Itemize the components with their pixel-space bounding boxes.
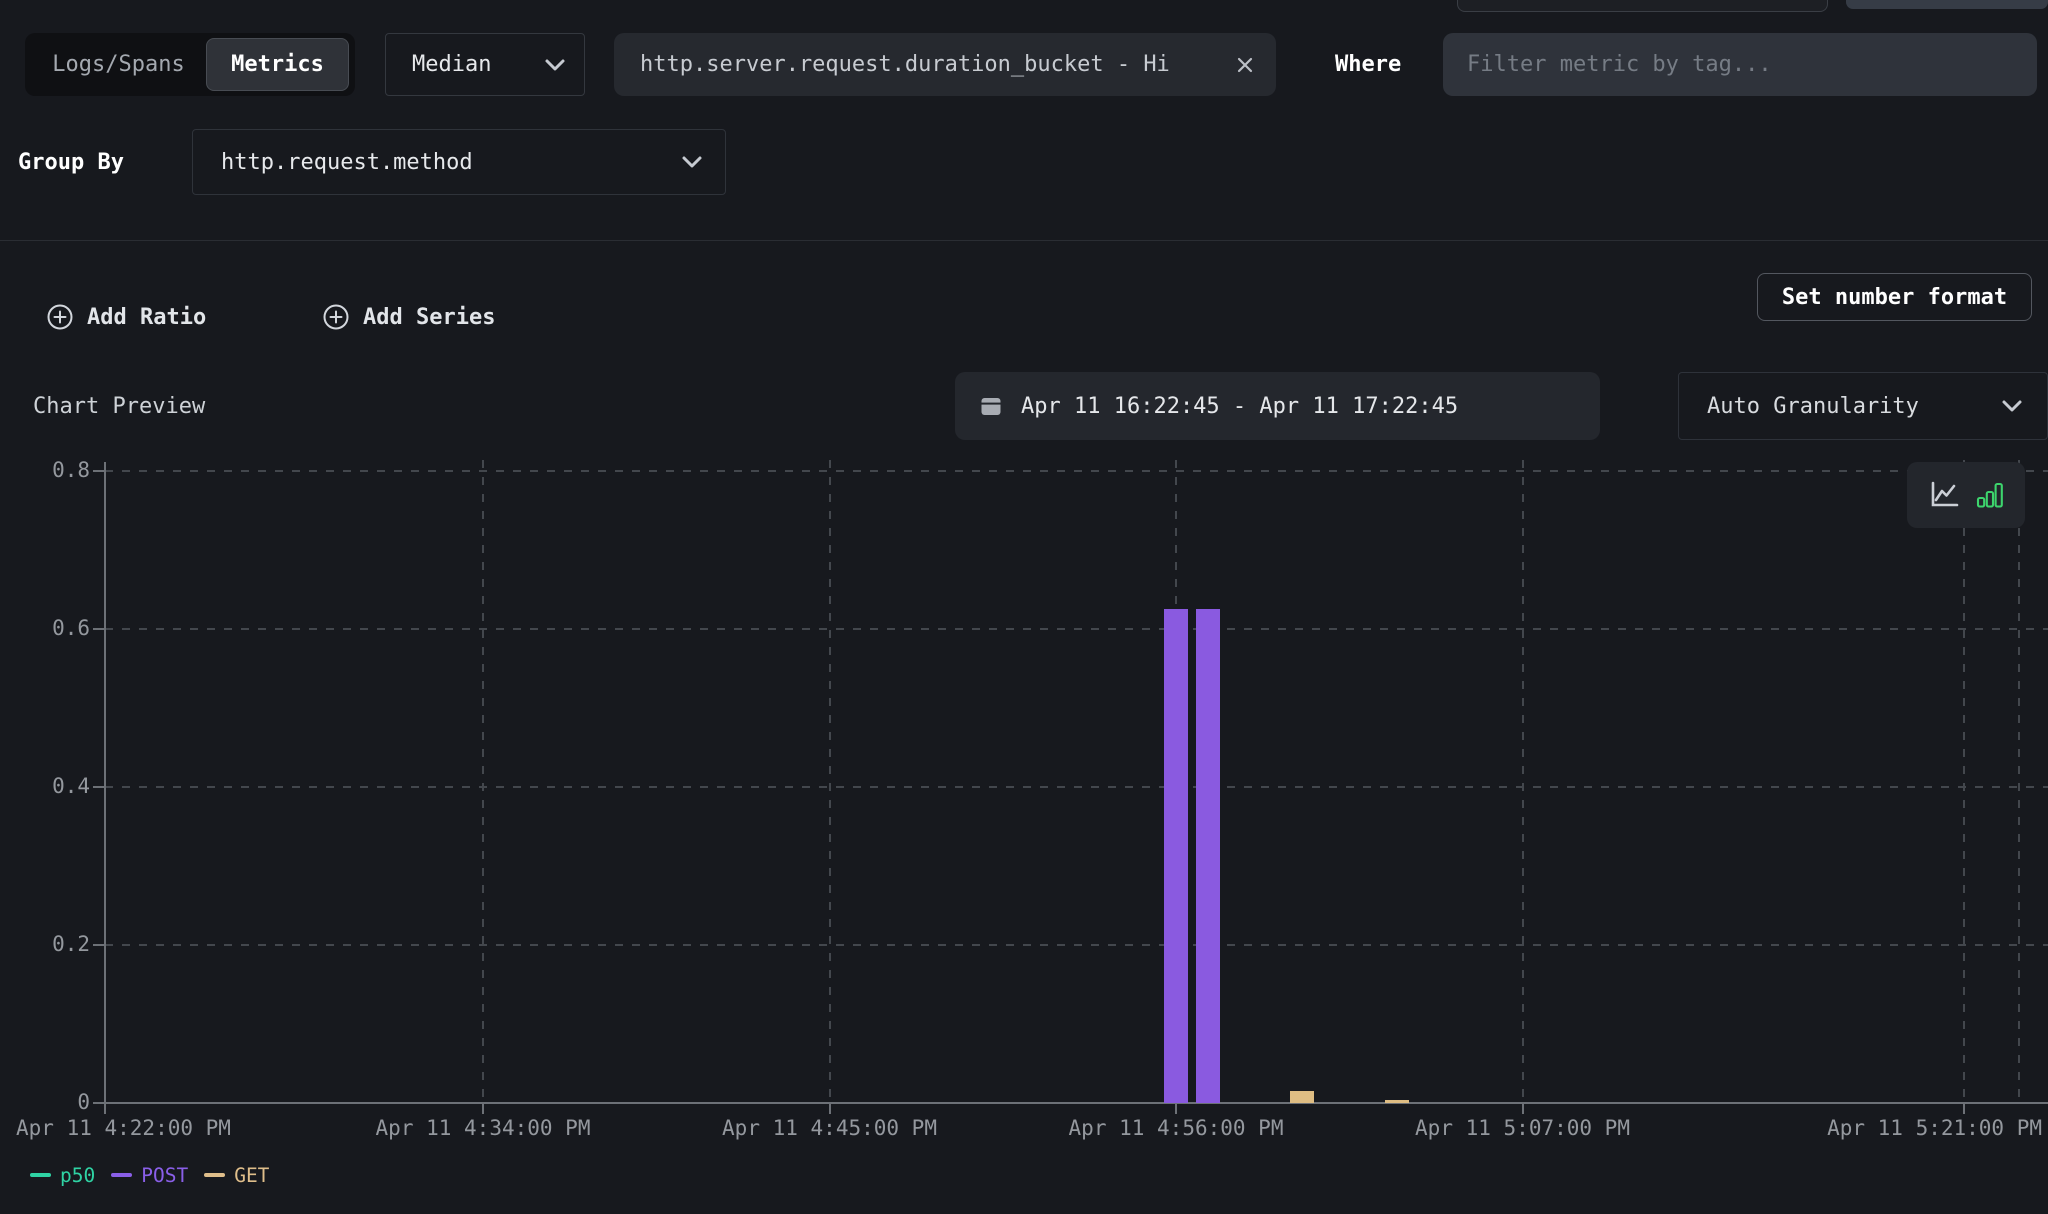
x-axis-label: Apr 11 4:45:00 PM [710, 1116, 950, 1140]
x-tick [829, 1103, 831, 1114]
add-series-button[interactable]: Add Series [322, 293, 495, 341]
v-gridline [829, 460, 831, 1103]
close-icon[interactable] [1234, 54, 1256, 76]
aggregation-select[interactable]: Median [385, 33, 585, 96]
chevron-down-icon [681, 155, 703, 169]
granularity-select[interactable]: Auto Granularity [1678, 372, 2048, 440]
group-by-value: http.request.method [221, 150, 473, 175]
y-tick [93, 944, 105, 946]
tab-metrics-label: Metrics [231, 52, 324, 77]
add-series-label: Add Series [363, 305, 495, 330]
x-axis-label: Apr 11 4:22:00 PM [16, 1116, 256, 1140]
bar-GET [1385, 1100, 1409, 1103]
line-chart-icon[interactable] [1928, 480, 1960, 510]
plus-circle-icon [46, 303, 74, 331]
y-axis-label: 0.2 [14, 932, 90, 956]
legend-dash-icon [30, 1173, 51, 1177]
bar-chart-icon[interactable] [1976, 480, 2004, 510]
partial-button-top[interactable] [1846, 0, 2048, 9]
tab-logs-spans-label: Logs/Spans [52, 52, 184, 77]
x-axis-line [104, 1102, 2048, 1104]
legend-dash-icon [204, 1173, 225, 1177]
date-range-value: Apr 11 16:22:45 - Apr 11 17:22:45 [1021, 394, 1458, 419]
chart-type-toggle [1907, 462, 2025, 528]
legend-dash-icon [111, 1173, 132, 1177]
chart-legend: p50 POST GET [30, 1158, 269, 1192]
chevron-down-icon [544, 58, 566, 72]
tab-logs-spans[interactable]: Logs/Spans [31, 33, 206, 96]
y-tick [93, 1102, 105, 1104]
set-number-format-label: Set number format [1782, 285, 2007, 310]
legend-label: POST [141, 1164, 188, 1187]
granularity-value: Auto Granularity [1707, 394, 1919, 419]
metric-chip[interactable]: http.server.request.duration_bucket - Hi [614, 33, 1276, 96]
add-ratio-button[interactable]: Add Ratio [46, 293, 206, 341]
legend-label: GET [234, 1164, 269, 1187]
bar-POST [1164, 609, 1188, 1103]
legend-item-GET[interactable]: GET [204, 1164, 269, 1187]
legend-item-p50[interactable]: p50 [30, 1164, 95, 1187]
x-axis-label: Apr 11 4:56:00 PM [1056, 1116, 1296, 1140]
chevron-down-icon [2001, 399, 2023, 413]
h-gridline [105, 944, 2048, 946]
legend-label: p50 [60, 1164, 95, 1187]
v-gridline [1522, 460, 1524, 1103]
bar-GET [1290, 1091, 1314, 1103]
v-gridline [482, 460, 484, 1103]
y-tick [93, 786, 105, 788]
y-tick [93, 628, 105, 630]
add-ratio-label: Add Ratio [87, 305, 206, 330]
legend-item-POST[interactable]: POST [111, 1164, 188, 1187]
chart-preview-title: Chart Preview [33, 372, 205, 440]
v-gridline [1963, 460, 1965, 1103]
set-number-format-button[interactable]: Set number format [1757, 273, 2032, 321]
section-divider [0, 240, 2048, 241]
y-axis-label: 0.4 [14, 774, 90, 798]
source-toggle: Logs/Spans Metrics [25, 33, 355, 96]
x-tick [1175, 1103, 1177, 1114]
h-gridline [105, 470, 2048, 472]
x-tick [482, 1103, 484, 1114]
v-gridline [1175, 460, 1177, 1103]
x-tick [1522, 1103, 1524, 1114]
x-tick [104, 1103, 106, 1114]
x-tick [1963, 1103, 1965, 1114]
y-axis-line [104, 462, 106, 1105]
aggregation-value: Median [412, 52, 491, 77]
x-axis-label: Apr 11 4:34:00 PM [363, 1116, 603, 1140]
bar-POST [1196, 609, 1220, 1103]
partial-input-top[interactable] [1457, 0, 1828, 12]
y-axis-label: 0 [14, 1090, 90, 1114]
plus-circle-icon [322, 303, 350, 331]
x-axis-label: Apr 11 5:07:00 PM [1403, 1116, 1643, 1140]
group-by-select[interactable]: http.request.method [192, 129, 726, 195]
where-label: Where [1335, 33, 1401, 96]
group-by-label: Group By [18, 129, 124, 195]
range-end-gridline [2018, 460, 2020, 1103]
y-axis-label: 0.8 [14, 458, 90, 482]
y-axis-label: 0.6 [14, 616, 90, 640]
h-gridline [105, 786, 2048, 788]
filter-metric-input[interactable] [1443, 33, 2037, 96]
calendar-icon [979, 394, 1003, 418]
metric-chip-label: http.server.request.duration_bucket - Hi [640, 52, 1170, 77]
y-tick [93, 470, 105, 472]
x-axis-label: Apr 11 5:21:00 PM [1802, 1116, 2042, 1140]
tab-metrics[interactable]: Metrics [206, 38, 349, 91]
h-gridline [105, 628, 2048, 630]
date-range-picker[interactable]: Apr 11 16:22:45 - Apr 11 17:22:45 [955, 372, 1600, 440]
